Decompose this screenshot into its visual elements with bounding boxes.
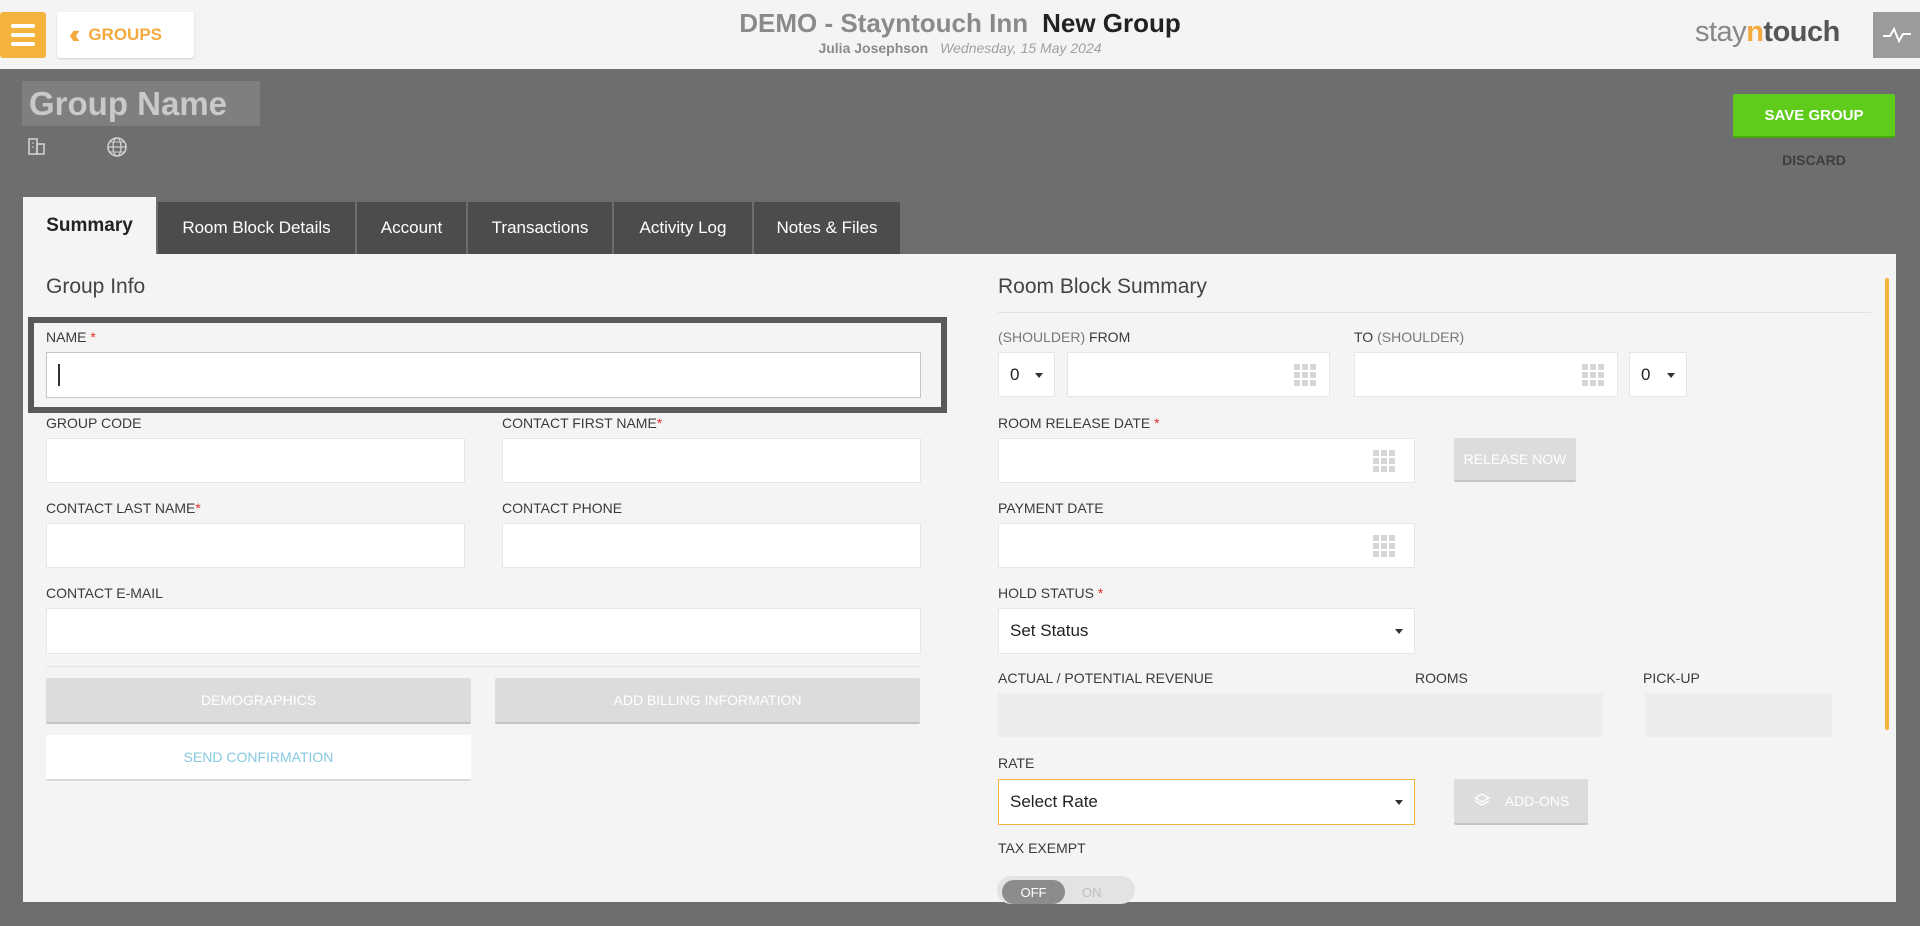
payment-date-input[interactable]	[998, 523, 1415, 568]
payment-date-label: PAYMENT DATE	[998, 500, 1104, 516]
contact-first-name-label: CONTACT FIRST NAME*	[502, 415, 663, 431]
release-now-button[interactable]: RELEASE NOW	[1454, 438, 1576, 482]
stayntouch-logo: stayntouch	[1695, 16, 1840, 48]
text-cursor	[58, 364, 60, 386]
add-billing-information-button[interactable]: ADD BILLING INFORMATION	[495, 678, 920, 724]
tab-notes-files[interactable]: Notes & Files	[754, 202, 900, 254]
contact-first-name-input[interactable]	[502, 438, 921, 483]
room-block-summary-title: Room Block Summary	[998, 275, 1207, 298]
send-confirmation-button[interactable]: SEND CONFIRMATION	[46, 735, 471, 781]
calendar-icon[interactable]	[1373, 535, 1395, 557]
chevron-down-icon	[1395, 629, 1403, 634]
contact-email-input[interactable]	[46, 608, 921, 654]
revenue-label: ACTUAL / POTENTIAL REVENUE	[998, 670, 1214, 686]
demographics-button[interactable]: DEMOGRAPHICS	[46, 678, 471, 724]
page-title: New Group	[1042, 8, 1181, 38]
toggle-off: OFF	[1002, 880, 1065, 904]
add-ons-label: ADD-ONS	[1504, 793, 1570, 809]
shoulder-from-select[interactable]: 0	[998, 352, 1055, 397]
header-title-block: DEMO - Stayntouch Inn New Group Julia Jos…	[0, 8, 1920, 56]
tab-account[interactable]: Account	[357, 202, 466, 254]
layers-icon	[1473, 793, 1491, 806]
discard-button[interactable]: DISCARD	[1733, 152, 1895, 168]
tab-room-block-details[interactable]: Room Block Details	[158, 202, 355, 254]
tab-activity-log[interactable]: Activity Log	[614, 202, 752, 254]
pulse-icon[interactable]	[1873, 12, 1920, 58]
scrollbar[interactable]	[1885, 278, 1889, 730]
contact-last-name-input[interactable]	[46, 523, 465, 568]
room-release-date-label: ROOM RELEASE DATE *	[998, 415, 1160, 431]
rooms-value	[1415, 693, 1603, 737]
rate-select[interactable]: Select Rate	[998, 779, 1415, 825]
name-label: NAME *	[46, 329, 96, 345]
from-label: (SHOULDER) FROM	[998, 329, 1131, 345]
group-code-label: GROUP CODE	[46, 415, 142, 431]
calendar-icon[interactable]	[1373, 450, 1395, 472]
revenue-value	[998, 693, 1415, 737]
from-date-input[interactable]	[1067, 352, 1330, 397]
top-header: ‹‹ GROUPS DEMO - Stayntouch Inn New Group…	[0, 0, 1920, 69]
toggle-on: ON	[1082, 884, 1102, 900]
tax-exempt-toggle[interactable]: OFF ON	[997, 876, 1135, 904]
group-info-title: Group Info	[46, 275, 146, 298]
divider	[46, 666, 921, 667]
save-group-button[interactable]: SAVE GROUP	[1733, 94, 1895, 138]
rooms-label: ROOMS	[1415, 670, 1468, 686]
hold-status-label: HOLD STATUS *	[998, 585, 1104, 601]
tax-exempt-label: TAX EXEMPT	[998, 840, 1086, 856]
name-input[interactable]	[46, 352, 921, 398]
chevron-down-icon	[1667, 372, 1675, 378]
hold-status-select[interactable]: Set Status	[998, 608, 1415, 654]
building-icon[interactable]	[27, 136, 47, 161]
contact-email-label: CONTACT E-MAIL	[46, 585, 163, 601]
business-date: Wednesday, 15 May 2024	[940, 40, 1102, 56]
group-code-input[interactable]	[46, 438, 465, 483]
rate-label: RATE	[998, 755, 1035, 771]
pick-up-label: PICK-UP	[1643, 670, 1700, 686]
tab-transactions[interactable]: Transactions	[468, 202, 612, 254]
to-date-input[interactable]	[1354, 352, 1618, 397]
user-name: Julia Josephson	[818, 40, 929, 56]
divider	[998, 312, 1871, 313]
shoulder-to-select[interactable]: 0	[1629, 352, 1687, 397]
chevron-down-icon	[1035, 372, 1043, 378]
add-ons-button[interactable]: ADD-ONS	[1454, 779, 1588, 825]
contact-phone-input[interactable]	[502, 523, 921, 568]
chevron-down-icon	[1395, 800, 1403, 805]
pick-up-value	[1645, 693, 1832, 737]
room-release-date-input[interactable]	[998, 438, 1415, 483]
calendar-icon[interactable]	[1294, 364, 1316, 386]
globe-icon[interactable]	[106, 136, 128, 163]
contact-last-name-label: CONTACT LAST NAME*	[46, 500, 201, 516]
group-name-title: Group Name	[29, 85, 228, 122]
to-label: TO (SHOULDER)	[1354, 329, 1465, 345]
tab-summary[interactable]: Summary	[23, 197, 156, 254]
hotel-name: DEMO - Stayntouch Inn	[739, 8, 1029, 38]
contact-phone-label: CONTACT PHONE	[502, 500, 623, 516]
calendar-icon[interactable]	[1582, 364, 1604, 386]
